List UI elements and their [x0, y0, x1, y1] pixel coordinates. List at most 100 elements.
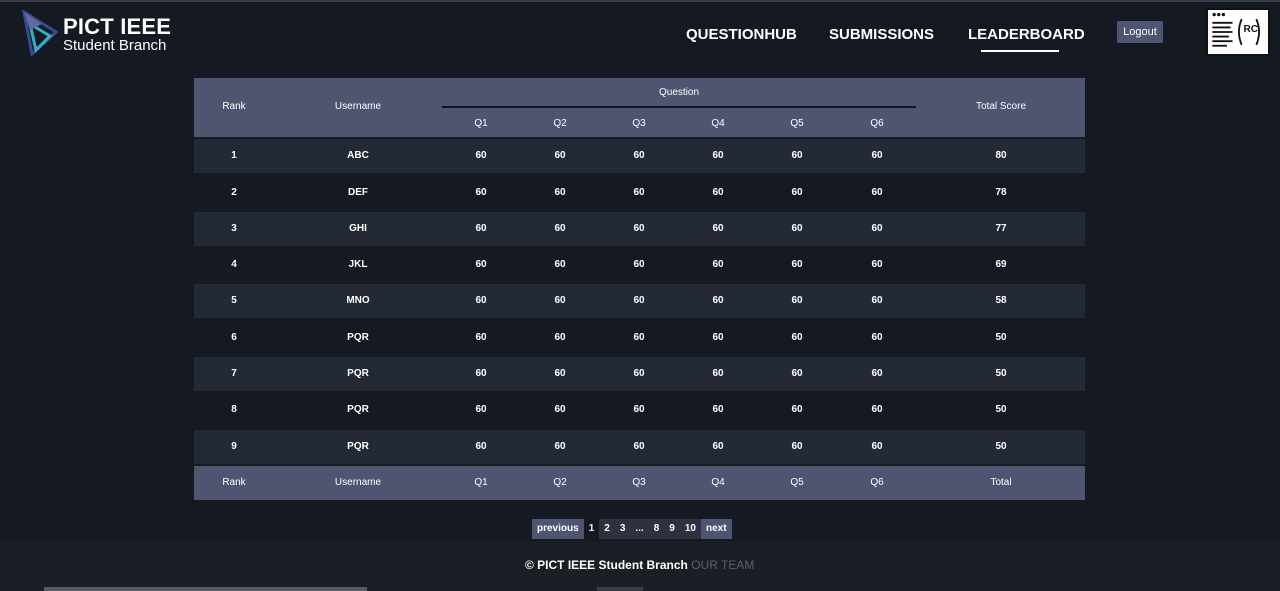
q1-score-cell: 60 — [475, 331, 487, 343]
table-row: 8 PQR 60 60 60 60 60 60 50 — [194, 393, 1085, 428]
username-cell: JKL — [348, 259, 368, 271]
scrollbar-thumb[interactable] — [597, 587, 643, 591]
q3-score-cell: 60 — [633, 404, 645, 416]
q6-score-cell: 60 — [871, 404, 883, 416]
q3-score-cell: 60 — [633, 186, 645, 198]
total-score-cell: 80 — [995, 150, 1007, 162]
rank-cell: 5 — [231, 295, 237, 307]
table-row: 1 ABC 60 60 60 60 60 60 80 — [194, 139, 1085, 174]
q4-score-cell: 60 — [712, 150, 724, 162]
q5-score-cell: 60 — [791, 186, 803, 198]
pagination-previous-button[interactable]: previous — [532, 519, 584, 539]
q4-score-cell: 60 — [712, 295, 724, 307]
leaderboard-table: Rank Username Question Q1 Q2 Q3 Q4 Q5 Q6… — [194, 78, 1085, 500]
pagination-page-1[interactable]: 1 — [583, 519, 600, 539]
q5-score-cell: 60 — [791, 404, 803, 416]
rank-cell: 6 — [231, 331, 237, 343]
q5-score-cell: 60 — [791, 368, 803, 380]
q2-score-cell: 60 — [554, 150, 566, 162]
q6-score-cell: 60 — [871, 368, 883, 380]
table-row: 2 DEF 60 60 60 60 60 60 78 — [194, 175, 1085, 210]
q5-score-cell: 60 — [791, 295, 803, 307]
q2-score-cell: 60 — [554, 222, 566, 234]
pagination-page-2[interactable]: 2 — [599, 519, 615, 539]
username-cell: PQR — [347, 404, 369, 416]
header-q1: Q1 — [474, 118, 488, 129]
q2-score-cell: 60 — [554, 404, 566, 416]
rank-cell: 3 — [231, 222, 237, 234]
q2-score-cell: 60 — [554, 186, 566, 198]
horizontal-scrollbar[interactable] — [44, 587, 367, 591]
footer-q3: Q3 — [632, 476, 646, 488]
q4-score-cell: 60 — [712, 222, 724, 234]
q2-score-cell: 60 — [554, 331, 566, 343]
q5-score-cell: 60 — [791, 331, 803, 343]
total-score-cell: 77 — [995, 222, 1007, 234]
our-team-link[interactable]: OUR TEAM — [691, 558, 754, 572]
rc-logo[interactable]: RC — [1206, 8, 1270, 56]
rank-cell: 9 — [231, 440, 237, 452]
rank-cell: 8 — [231, 404, 237, 416]
total-score-cell: 78 — [995, 186, 1007, 198]
footer-q4: Q4 — [711, 476, 725, 488]
pagination-next-button[interactable]: next — [700, 519, 732, 539]
pagination: previous 1 2 3 ... 8 9 10 next — [532, 519, 732, 539]
q1-score-cell: 60 — [475, 404, 487, 416]
pagination-page-8[interactable]: 8 — [649, 519, 665, 539]
nav-submissions[interactable]: SUBMISSIONS — [829, 26, 934, 43]
q2-score-cell: 60 — [554, 440, 566, 452]
q2-score-cell: 60 — [554, 259, 566, 271]
q1-score-cell: 60 — [475, 368, 487, 380]
q3-score-cell: 60 — [633, 368, 645, 380]
q6-score-cell: 60 — [871, 295, 883, 307]
header-q5: Q5 — [790, 118, 804, 129]
q4-score-cell: 60 — [712, 331, 724, 343]
rank-cell: 7 — [231, 368, 237, 380]
pagination-page-10[interactable]: 10 — [680, 519, 701, 539]
q4-score-cell: 60 — [712, 186, 724, 198]
q6-score-cell: 60 — [871, 186, 883, 198]
username-cell: DEF — [348, 186, 368, 198]
logout-button[interactable]: Logout — [1117, 21, 1163, 43]
pagination-page-9[interactable]: 9 — [664, 519, 680, 539]
footer-q2: Q2 — [553, 476, 567, 488]
q4-score-cell: 60 — [712, 404, 724, 416]
q4-score-cell: 60 — [712, 368, 724, 380]
total-score-cell: 58 — [995, 295, 1007, 307]
table-header: Rank Username Question Q1 Q2 Q3 Q4 Q5 Q6… — [194, 78, 1085, 137]
pagination-page-3[interactable]: 3 — [615, 519, 631, 539]
table-row: 9 PQR 60 60 60 60 60 60 50 — [194, 429, 1085, 464]
q6-score-cell: 60 — [871, 331, 883, 343]
username-cell: GHI — [349, 222, 367, 234]
username-cell: PQR — [347, 440, 369, 452]
header-q4: Q4 — [711, 118, 725, 129]
header-q2: Q2 — [553, 118, 567, 129]
header-total-score: Total Score — [975, 101, 1027, 112]
nav-questionhub[interactable]: QUESTIONHUB — [686, 26, 797, 43]
pict-ieee-logo-icon — [22, 10, 58, 56]
brand-subtitle: Student Branch — [63, 37, 167, 54]
q4-score-cell: 60 — [712, 440, 724, 452]
page-footer: © PICT IEEE Student Branch OUR TEAM — [0, 541, 1280, 591]
nav-leaderboard[interactable]: LEADERBOARD — [968, 26, 1085, 43]
q3-score-cell: 60 — [633, 259, 645, 271]
footer-q5: Q5 — [790, 476, 804, 488]
table-row: 3 GHI 60 60 60 60 60 60 77 — [194, 211, 1085, 246]
footer-total: Total — [990, 476, 1012, 488]
q3-score-cell: 60 — [633, 440, 645, 452]
q1-score-cell: 60 — [475, 186, 487, 198]
table-body: 1 ABC 60 60 60 60 60 60 80 2 DEF 60 60 60 60 60 60 78 3 GHI… — [194, 139, 1085, 464]
table-row: 4 JKL 60 60 60 60 60 60 69 — [194, 248, 1085, 283]
table-row: 7 PQR 60 60 60 60 60 60 50 — [194, 357, 1085, 392]
rank-cell: 2 — [231, 186, 237, 198]
header-q6: Q6 — [870, 118, 884, 129]
username-cell: PQR — [347, 368, 369, 380]
header-question-group: Question — [658, 87, 700, 98]
q5-score-cell: 60 — [791, 440, 803, 452]
q3-score-cell: 60 — [633, 150, 645, 162]
q6-score-cell: 60 — [871, 440, 883, 452]
footer-text: © PICT IEEE Student Branch OUR TEAM — [525, 558, 754, 572]
total-score-cell: 50 — [995, 331, 1007, 343]
footer-q1: Q1 — [474, 476, 488, 488]
username-cell: ABC — [347, 150, 369, 162]
